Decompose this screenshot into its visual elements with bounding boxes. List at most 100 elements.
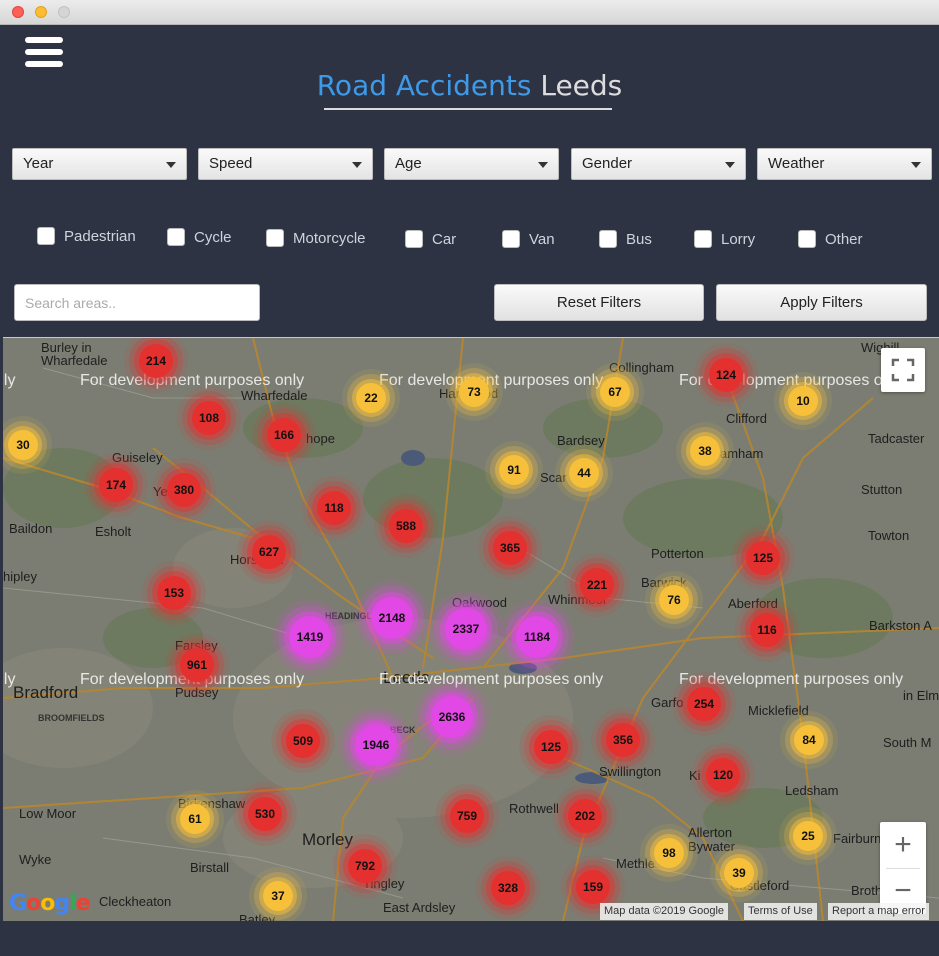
search-areas-input[interactable] — [14, 284, 260, 321]
weather-dropdown[interactable]: Weather — [757, 148, 932, 180]
age-dropdown[interactable]: Age — [384, 148, 559, 180]
cluster-marker[interactable]: 356 — [606, 723, 640, 757]
cluster-marker[interactable]: 84 — [794, 725, 824, 755]
age-dropdown-label: Age — [395, 155, 422, 172]
cluster-marker[interactable]: 73 — [459, 377, 489, 407]
cluster-marker[interactable]: 1184 — [516, 616, 558, 658]
title-road-accidents: Road Accidents — [316, 69, 532, 102]
checkbox-box[interactable] — [37, 227, 55, 245]
cluster-marker[interactable]: 328 — [491, 871, 525, 905]
cluster-marker[interactable]: 44 — [569, 458, 599, 488]
fullscreen-icon — [891, 358, 915, 382]
cluster-marker[interactable]: 627 — [252, 535, 286, 569]
apply-filters-button[interactable]: Apply Filters — [716, 284, 927, 321]
close-window-button[interactable] — [12, 6, 24, 18]
cluster-marker[interactable]: 961 — [180, 648, 214, 682]
cluster-marker[interactable]: 153 — [157, 576, 191, 610]
cluster-marker[interactable]: 1419 — [289, 616, 331, 658]
cluster-marker[interactable]: 67 — [600, 377, 630, 407]
cluster-marker[interactable]: 76 — [659, 585, 689, 615]
checkbox-lorry[interactable]: Lorry — [694, 227, 755, 251]
watermark-text: nly — [3, 372, 16, 389]
cluster-marker[interactable]: 759 — [450, 799, 484, 833]
cluster-marker[interactable]: 380 — [167, 473, 201, 507]
checkbox-box[interactable] — [405, 230, 423, 248]
checkbox-cycle[interactable]: Cycle — [167, 225, 232, 249]
cluster-marker[interactable]: 116 — [750, 613, 784, 647]
cluster-marker[interactable]: 30 — [8, 430, 38, 460]
reset-filters-button[interactable]: Reset Filters — [494, 284, 704, 321]
google-logo[interactable]: Google — [9, 891, 91, 916]
place-label: Bywater — [688, 839, 735, 854]
cluster-marker[interactable]: 2636 — [431, 696, 473, 738]
cluster-marker[interactable]: 125 — [746, 541, 780, 575]
map-view[interactable]: Burley in Wharfedale Wharfedale Collingh… — [3, 337, 939, 921]
checkbox-box[interactable] — [167, 228, 185, 246]
checkbox-label: Bus — [626, 230, 652, 248]
checkbox-padestrian[interactable]: Padestrian — [37, 224, 136, 248]
cluster-marker[interactable]: 124 — [709, 358, 743, 392]
place-label: South M — [883, 735, 932, 750]
cluster-marker[interactable]: 792 — [348, 849, 382, 883]
app-content: Road Accidents Leeds Year Speed Age Gend… — [0, 25, 939, 956]
checkbox-box[interactable] — [798, 230, 816, 248]
terms-of-use-link[interactable]: Terms of Use — [744, 903, 817, 920]
cluster-marker[interactable]: 108 — [192, 401, 226, 435]
cluster-marker[interactable]: 25 — [793, 821, 823, 851]
cluster-marker[interactable]: 202 — [568, 799, 602, 833]
checkbox-box[interactable] — [266, 229, 284, 247]
place-label: BROOMFIELDS — [38, 713, 105, 723]
title-underline — [324, 108, 612, 110]
cluster-marker[interactable]: 214 — [139, 344, 173, 378]
cluster-marker[interactable]: 38 — [690, 436, 720, 466]
cluster-marker[interactable]: 37 — [263, 881, 293, 911]
cluster-marker[interactable]: 365 — [493, 531, 527, 565]
cluster-marker[interactable]: 509 — [286, 724, 320, 758]
cluster-marker[interactable]: 39 — [724, 858, 754, 888]
cluster-marker[interactable]: 125 — [534, 730, 568, 764]
zoom-in-button[interactable]: + — [880, 822, 926, 868]
minimize-window-button[interactable] — [35, 6, 47, 18]
checkbox-box[interactable] — [502, 230, 520, 248]
fullscreen-button[interactable] — [881, 348, 925, 392]
year-dropdown[interactable]: Year — [12, 148, 187, 180]
cluster-marker[interactable]: 10 — [788, 386, 818, 416]
place-label: Garfo — [651, 695, 684, 710]
place-label: Rothwell — [509, 801, 559, 816]
checkbox-car[interactable]: Car — [405, 227, 456, 251]
cluster-marker[interactable]: 118 — [317, 491, 351, 525]
cluster-marker[interactable]: 588 — [389, 509, 423, 543]
cluster-marker[interactable]: 254 — [687, 687, 721, 721]
checkbox-bus[interactable]: Bus — [599, 227, 652, 251]
checkbox-box[interactable] — [694, 230, 712, 248]
checkbox-other[interactable]: Other — [798, 227, 863, 251]
cluster-marker[interactable]: 2148 — [371, 597, 413, 639]
report-map-error-link[interactable]: Report a map error — [828, 903, 929, 920]
checkbox-box[interactable] — [599, 230, 617, 248]
cluster-marker[interactable]: 91 — [499, 455, 529, 485]
checkbox-van[interactable]: Van — [502, 227, 555, 251]
cluster-marker[interactable]: 120 — [706, 758, 740, 792]
cluster-marker[interactable]: 1946 — [355, 724, 397, 766]
checkbox-label: Padestrian — [64, 227, 136, 245]
place-label: Allerton — [688, 825, 733, 840]
cluster-marker[interactable]: 166 — [267, 418, 301, 452]
speed-dropdown-label: Speed — [209, 155, 253, 172]
watermark-text: For development purposes only — [80, 372, 305, 389]
cluster-marker[interactable]: 530 — [248, 797, 282, 831]
cluster-marker[interactable]: 159 — [576, 870, 610, 904]
checkbox-motorcycle[interactable]: Motorcycle — [266, 226, 366, 250]
cluster-marker[interactable]: 2337 — [445, 608, 487, 650]
cluster-marker[interactable]: 221 — [580, 568, 614, 602]
speed-dropdown[interactable]: Speed — [198, 148, 373, 180]
gender-dropdown[interactable]: Gender — [571, 148, 746, 180]
cluster-marker[interactable]: 98 — [654, 838, 684, 868]
place-label: Stutton — [861, 482, 903, 497]
place-label: Baildon — [9, 521, 53, 536]
place-label: amham — [720, 446, 764, 461]
cluster-marker[interactable]: 61 — [180, 804, 210, 834]
hamburger-menu-icon[interactable] — [25, 35, 65, 71]
cluster-marker[interactable]: 22 — [356, 383, 386, 413]
cluster-marker[interactable]: 174 — [99, 468, 133, 502]
zoom-window-button[interactable] — [58, 6, 70, 18]
